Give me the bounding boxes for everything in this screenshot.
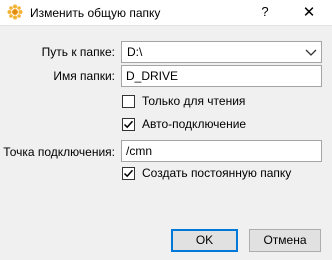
readonly-checkbox[interactable] [122,95,135,108]
path-label: Путь к папке: [41,45,115,59]
help-button[interactable]: ? [250,0,280,26]
path-combobox[interactable]: D:\ [121,41,322,63]
close-icon: ✕ [302,4,316,21]
ok-button[interactable]: OK [171,229,238,252]
checkmark-icon [123,120,134,129]
path-value: D:\ [127,45,143,59]
mountpoint-label: Точка подключения: [3,145,115,159]
chevron-down-icon[interactable] [305,47,317,57]
window-title: Изменить общую папку [30,6,161,20]
permanent-label[interactable]: Создать постоянную папку [142,166,291,180]
automount-label[interactable]: Авто-подключение [142,117,246,131]
title-bar: Изменить общую папку ? ✕ [0,0,332,26]
readonly-label[interactable]: Только для чтения [142,94,245,108]
name-value: D_DRIVE [126,69,179,83]
name-field[interactable]: D_DRIVE [121,65,322,87]
mountpoint-field[interactable]: /cmn [121,140,322,162]
mountpoint-value: /cmn [126,144,153,158]
permanent-checkbox[interactable] [122,167,135,180]
checkmark-icon [123,169,134,178]
close-button[interactable]: ✕ [286,0,332,26]
automount-checkbox[interactable] [122,118,135,131]
folder-icon [7,4,23,20]
cancel-button[interactable]: Отмена [249,229,321,252]
name-label: Имя папки: [53,69,115,83]
